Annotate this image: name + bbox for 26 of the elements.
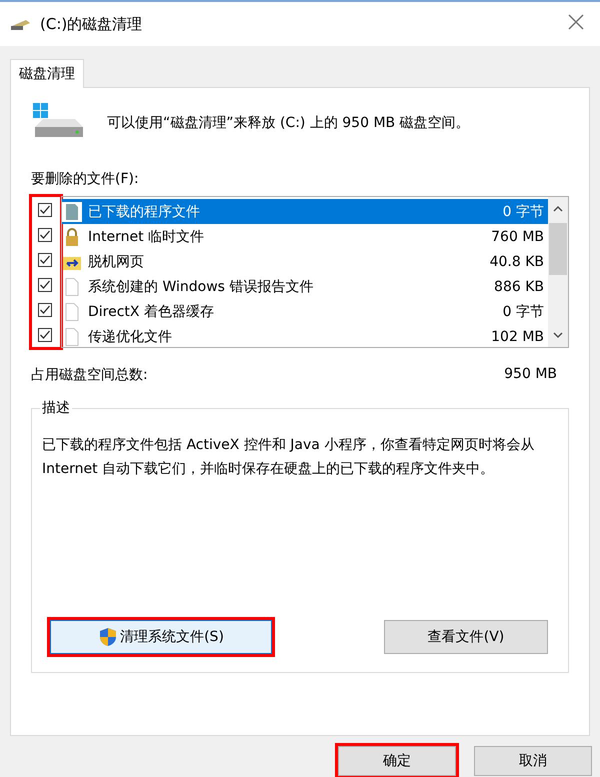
close-icon[interactable] (566, 12, 586, 32)
file-list-row[interactable]: Internet 临时文件 760 MB (62, 224, 548, 249)
total-value: 950 MB (504, 366, 557, 384)
file-list-row[interactable]: 脱机网页 40.8 KB (62, 249, 548, 274)
window-title: (C:)的磁盘清理 (40, 14, 142, 34)
checkbox[interactable] (38, 303, 52, 317)
tab[interactable]: 磁盘清理 (10, 59, 84, 88)
file-list-row[interactable]: 已下载的程序文件 0 字节 (62, 199, 548, 224)
files-label: 要删除的文件(F): (31, 170, 140, 188)
panel-button[interactable]: 清理系统文件(S) (50, 620, 272, 654)
file-list-row[interactable]: 系统创建的 Windows 错误报告文件 886 KB (62, 274, 548, 299)
panel-button[interactable]: 查看文件(V) (384, 620, 548, 654)
total-label: 占用磁盘空间总数: (31, 366, 148, 384)
group-title: 描述 (40, 399, 72, 417)
scrollbar[interactable] (548, 197, 568, 347)
dialog-button[interactable]: 取消 (474, 746, 592, 776)
file-list-row[interactable]: DirectX 着色器缓存 0 字节 (62, 299, 548, 324)
checkbox[interactable] (38, 278, 52, 292)
checkbox[interactable] (38, 203, 52, 217)
checkbox[interactable] (38, 253, 52, 267)
checkbox[interactable] (38, 328, 52, 342)
description-text: 已下载的程序文件包括 ActiveX 控件和 Java 小程序，你查看特定网页时将会从 Internet 自动下载它们，并临时保存在硬盘上的已下载的程序文件夹中。 (42, 436, 536, 479)
checkbox[interactable] (38, 228, 52, 242)
dialog-button[interactable]: 确定 (338, 746, 456, 776)
file-list-row[interactable]: 传递优化文件 102 MB (62, 324, 548, 349)
intro-text: 可以使用“磁盘清理”来释放 (C:) 上的 950 MB 磁盘空间。 (107, 114, 470, 132)
